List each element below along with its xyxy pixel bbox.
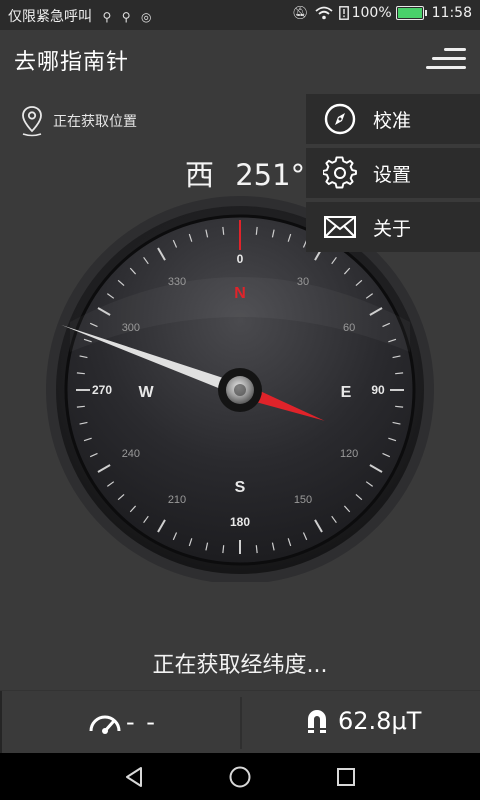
heading-readout: 西 251°	[185, 152, 305, 194]
degree-label-300: 300	[122, 322, 140, 334]
degree-label-210: 210	[168, 494, 186, 506]
gear-icon	[323, 156, 357, 189]
compass-tick	[395, 405, 404, 408]
back-triangle-icon	[126, 766, 142, 787]
compass-tick	[76, 405, 85, 408]
cardinal-south: S	[235, 479, 246, 496]
compass-tick	[395, 372, 404, 375]
cardinal-west: W	[138, 384, 154, 401]
speed-readout: - -	[88, 708, 157, 736]
degree-label-0: 0	[237, 252, 244, 266]
sim-alert-icon	[338, 6, 349, 20]
magnetic-readout: 62.8μT	[306, 707, 421, 735]
usb-icon-2: ⚲	[121, 10, 131, 24]
home-button[interactable]	[210, 753, 270, 800]
status-bar-left: 仅限紧急呼叫 ⚲ ⚲ ◎	[8, 6, 151, 26]
panel-divider	[240, 697, 242, 749]
coordinates-status: 正在获取经纬度...	[152, 653, 328, 678]
panel-left-border	[0, 691, 2, 753]
menu-label-settings: 设置	[373, 163, 412, 186]
heading-direction: 西	[185, 158, 215, 192]
menu-item-calibrate[interactable]: 校准	[306, 94, 480, 144]
degree-label-150: 150	[294, 494, 312, 506]
wifi-icon	[315, 6, 333, 20]
usb-icon: ⚲	[102, 10, 112, 24]
notification-icon: ◎	[140, 10, 152, 24]
app-title: 去哪指南针	[14, 50, 130, 75]
menu-label-calibrate: 校准	[373, 109, 412, 132]
degree-label-60: 60	[343, 322, 355, 334]
degree-label-90: 90	[371, 383, 385, 397]
recents-button[interactable]	[316, 753, 376, 800]
compass-icon	[324, 103, 356, 135]
cardinal-east: E	[341, 384, 352, 401]
speed-value: - -	[126, 708, 157, 736]
navigation-bar	[0, 753, 480, 800]
compass-tick	[222, 226, 225, 235]
status-bar-right: 🔕︎ 100% 11:58	[286, 5, 472, 21]
menu-label-about: 关于	[373, 217, 412, 240]
magnet-icon	[308, 710, 326, 733]
location-pin-icon	[22, 106, 42, 137]
mail-icon	[324, 216, 356, 238]
degree-label-120: 120	[340, 448, 358, 460]
heading-degrees: 251°	[235, 158, 306, 192]
magnetic-value: 62.8μT	[338, 707, 422, 735]
recents-square-icon	[337, 767, 355, 786]
clock: 11:58	[431, 5, 472, 21]
cardinal-north: N	[234, 285, 246, 302]
mute-icon: 🔕︎	[292, 5, 309, 21]
compass-tick	[255, 226, 258, 235]
speedometer-icon	[89, 715, 121, 734]
carrier-text: 仅限紧急呼叫	[8, 9, 92, 25]
home-circle-icon	[229, 766, 251, 787]
degree-label-330: 330	[168, 276, 186, 288]
popup-menu: 校准 设置 关于	[306, 94, 480, 256]
menu-item-about[interactable]: 关于	[306, 202, 480, 252]
menu-button[interactable]	[424, 44, 468, 78]
degree-label-240: 240	[122, 448, 140, 460]
compass-tick	[76, 372, 85, 375]
degree-label-180: 180	[230, 515, 250, 529]
compass-tick	[255, 545, 258, 554]
menu-item-settings[interactable]: 设置	[306, 148, 480, 198]
battery-percent: 100%	[351, 5, 392, 21]
degree-label-270: 270	[92, 383, 112, 397]
back-button[interactable]	[104, 753, 164, 800]
compass-tick	[222, 545, 225, 554]
battery-icon	[395, 6, 427, 20]
location-status: 正在获取位置	[53, 114, 137, 130]
degree-label-30: 30	[297, 276, 309, 288]
